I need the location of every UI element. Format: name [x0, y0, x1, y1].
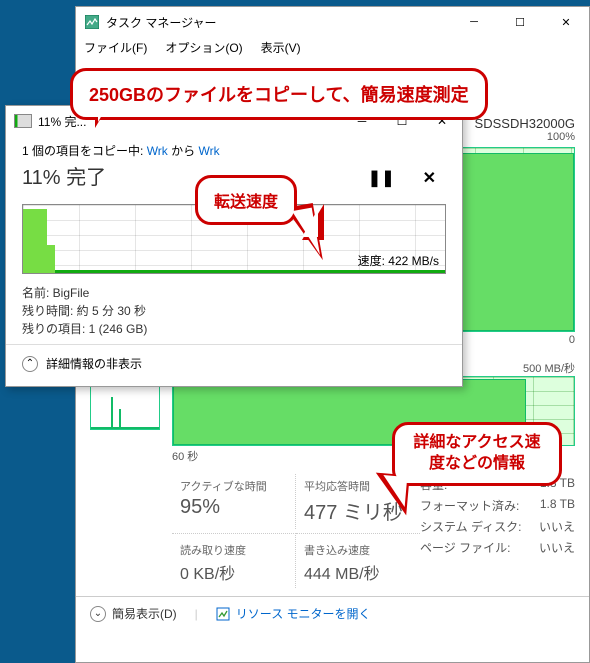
transfer-chart-max: 500 MB/秒	[523, 360, 575, 376]
stat-read-speed: 読み取り速度 0 KB/秒	[172, 533, 296, 588]
main-chart-min-label: 0	[569, 334, 575, 350]
simple-view-toggle[interactable]: ⌄ 簡易表示(D)	[90, 605, 177, 622]
copy-maximize-button[interactable]: ☐	[382, 106, 422, 136]
pause-button[interactable]: ❚❚	[368, 168, 395, 188]
window-buttons: ─ ☐ ✕	[451, 7, 589, 37]
copy-progress-window: 11% 完... ─ ☐ ✕ 1 個の項目をコピー中: Wrk から Wrk 1…	[5, 105, 463, 387]
copy-progress-icon	[14, 114, 32, 128]
task-manager-title: タスク マネージャー	[106, 14, 217, 31]
copy-close-button[interactable]: ✕	[422, 106, 462, 136]
copy-titlebar[interactable]: 11% 完... ─ ☐ ✕	[6, 106, 462, 136]
stat-write-speed: 書き込み速度 444 MB/秒	[296, 533, 420, 588]
copy-footer: ⌃ 詳細情報の非表示	[6, 344, 462, 382]
menu-file[interactable]: ファイル(F)	[84, 39, 147, 56]
copy-minimize-button[interactable]: ─	[342, 106, 382, 136]
chevron-up-icon[interactable]: ⌃	[22, 356, 38, 372]
chevron-down-icon: ⌄	[90, 606, 106, 622]
transfer-chart-time: 60 秒	[172, 448, 575, 464]
copy-speed-chart: 速度: 422 MB/s	[22, 204, 446, 274]
copy-titlebar-text: 11% 完...	[38, 113, 86, 130]
task-manager-icon	[84, 14, 100, 30]
copy-source-link[interactable]: Wrk	[147, 144, 168, 158]
disk-model-name: SDSSDH32000G	[475, 116, 575, 131]
cancel-button[interactable]: ✕	[423, 168, 436, 188]
stat-active-time: アクティブな時間 95%	[172, 474, 296, 529]
task-manager-footer: ⌄ 簡易表示(D) | リソース モニターを開く	[76, 596, 589, 630]
menu-options[interactable]: オプション(O)	[165, 39, 242, 56]
copy-source-dest-line: 1 個の項目をコピー中: Wrk から Wrk	[22, 142, 446, 159]
close-button[interactable]: ✕	[543, 7, 589, 37]
copy-dest-link[interactable]: Wrk	[198, 144, 219, 158]
minimize-button[interactable]: ─	[451, 7, 497, 37]
stat-avg-response: 平均応答時間 477 ミリ秒	[296, 474, 420, 529]
maximize-button[interactable]: ☐	[497, 7, 543, 37]
resource-monitor-icon	[216, 607, 230, 621]
copy-details: 名前: BigFile 残り時間: 約 5 分 30 秒 残りの項目: 1 (2…	[22, 284, 446, 338]
disk-info-table: 容量:1.8 TB フォーマット済み:1.8 TB システム ディスク:いいえ …	[420, 474, 575, 588]
hide-details-toggle[interactable]: 詳細情報の非表示	[46, 355, 142, 372]
copy-speed-readout: 速度: 422 MB/s	[358, 252, 439, 269]
open-resource-monitor-link[interactable]: リソース モニターを開く	[216, 605, 371, 622]
menu-view[interactable]: 表示(V)	[261, 39, 301, 56]
task-manager-titlebar[interactable]: タスク マネージャー ─ ☐ ✕	[76, 7, 589, 37]
menu-bar: ファイル(F) オプション(O) 表示(V)	[76, 37, 589, 58]
